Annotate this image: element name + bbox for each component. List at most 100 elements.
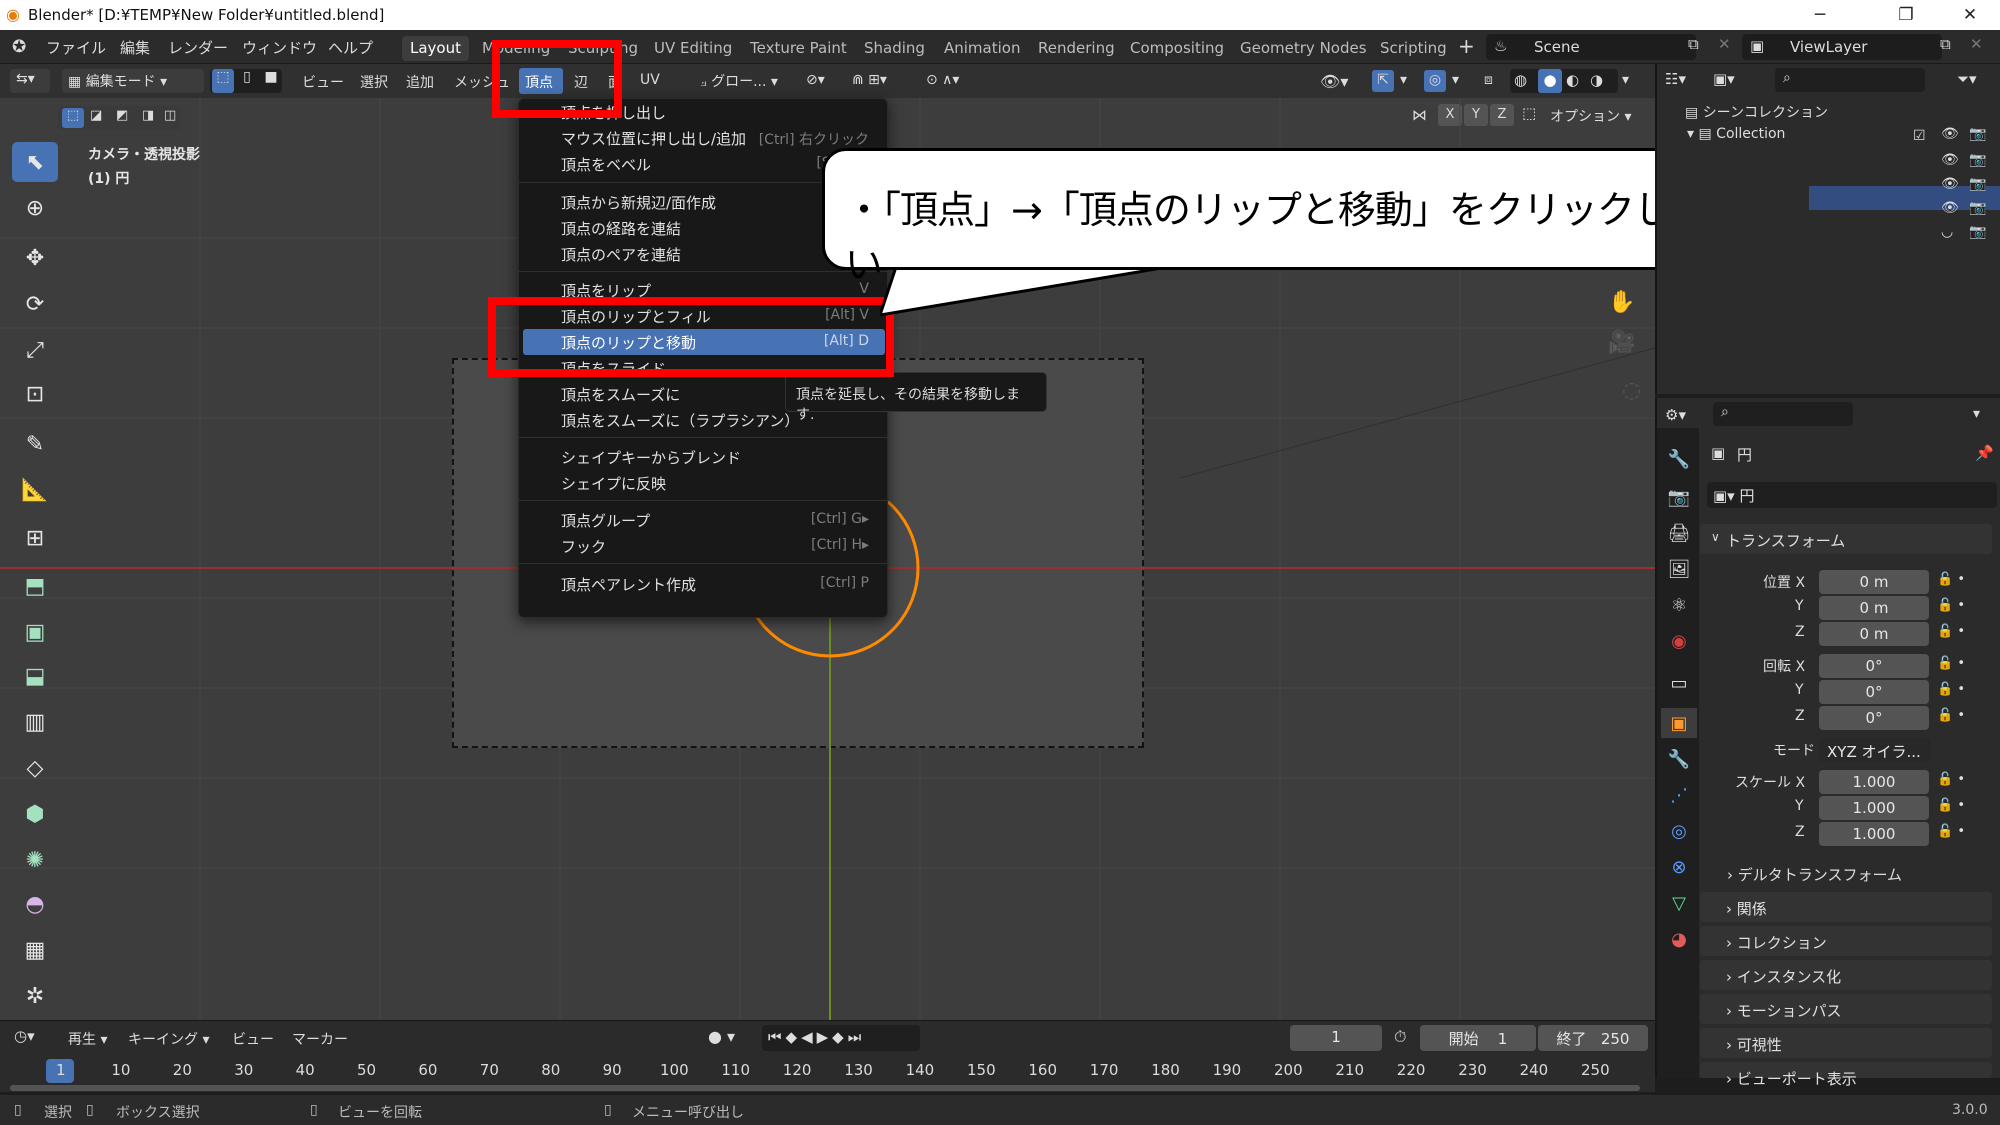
maximize-icon[interactable]: ❐ — [1876, 0, 1936, 30]
eye-icon[interactable]: 👁 — [1941, 152, 1959, 168]
jump-start-icon[interactable]: ⏮ — [768, 1028, 786, 1046]
object-tab-icon[interactable]: ▣ — [1661, 708, 1697, 738]
scale-z-field[interactable]: 1.000 — [1819, 822, 1929, 846]
view-layer-tab-icon[interactable]: 🖼 — [1661, 554, 1697, 584]
knife-tool-icon[interactable]: ◇ — [12, 748, 58, 788]
tab-geometry-nodes[interactable]: Geometry Nodes — [1232, 36, 1375, 61]
rendered-shading-icon[interactable]: ◑ — [1590, 71, 1603, 89]
menu-item-blend-from-shape[interactable]: シェイプキーからブレンド — [519, 444, 889, 470]
wireframe-shading-icon[interactable]: ◍ — [1514, 71, 1527, 89]
checkbox-icon[interactable]: ☑ — [1913, 128, 1926, 144]
mode-dropdown[interactable]: ▦ 編集モード ▾ — [62, 69, 204, 93]
menu-select[interactable]: 選択 — [360, 72, 388, 92]
annotate-tool-icon[interactable]: ✎ — [12, 424, 58, 464]
lock-icon[interactable]: 🔓 • — [1937, 772, 1965, 787]
remove-scene-icon[interactable]: ✕ — [1718, 35, 1731, 53]
menu-item-propagate-to-shapes[interactable]: シェイプに反映 — [519, 470, 889, 496]
snap-icon[interactable]: ⋒ ⊞▾ — [852, 72, 887, 88]
gizmo-icon[interactable]: ⇱ — [1372, 70, 1394, 92]
transform-tool-icon[interactable]: ⊡ — [12, 374, 58, 414]
cursor-tool-icon[interactable]: ⊕ — [12, 188, 58, 228]
close-icon[interactable]: ✕ — [1940, 0, 2000, 30]
overlays-dropdown-icon[interactable]: ▾ — [1452, 72, 1459, 88]
section-visibility[interactable]: › 可視性 — [1700, 1028, 1992, 1058]
outliner-editor-icon[interactable]: ☷▾ — [1665, 70, 1686, 88]
new-scene-icon[interactable]: ⧉ — [1688, 35, 1699, 53]
scene-tab-icon[interactable]: ⚛ — [1661, 590, 1697, 620]
lock-icon[interactable]: 🔓 • — [1937, 708, 1965, 723]
add-cube-tool-icon[interactable]: ⊞ — [12, 518, 58, 558]
visibility-icon[interactable]: 👁▾ — [1320, 72, 1348, 91]
tab-animation[interactable]: Animation — [936, 36, 1028, 61]
pin-icon[interactable]: 📌 — [1975, 444, 1994, 462]
rotation-x-field[interactable]: 0° — [1819, 654, 1929, 678]
spin-tool-icon[interactable]: ✺ — [12, 840, 58, 880]
tab-compositing[interactable]: Compositing — [1122, 36, 1232, 61]
rotation-mode-dropdown[interactable]: XYZ オイラ... — [1819, 738, 1931, 762]
menu-item-extrude-to-cursor[interactable]: マウス位置に押し出し/追加 [Ctrl] 右クリック — [519, 125, 889, 151]
menu-uv[interactable]: UV — [640, 72, 660, 88]
lock-icon[interactable]: 🔓 • — [1937, 598, 1965, 613]
scale-y-field[interactable]: 1.000 — [1819, 796, 1929, 820]
smooth-tool-icon[interactable]: ◓ — [12, 884, 58, 924]
section-motion-paths[interactable]: › モーションパス — [1700, 994, 1992, 1024]
viewlayer-selector[interactable]: ▣ ViewLayer — [1742, 34, 1942, 60]
bevel-tool-icon[interactable]: ⬓ — [12, 656, 58, 696]
location-y-field[interactable]: 0 m — [1819, 596, 1929, 620]
measure-tool-icon[interactable]: 📐 — [12, 470, 58, 510]
scene-collection-row[interactable]: ▤ シーンコレクション — [1685, 102, 1828, 122]
lock-icon[interactable]: 🔓 • — [1937, 572, 1965, 587]
overlays-icon[interactable]: ◎ — [1424, 70, 1446, 92]
menu-add[interactable]: 追加 — [406, 72, 434, 92]
rotation-z-field[interactable]: 0° — [1819, 706, 1929, 730]
inset-tool-icon[interactable]: ▣ — [12, 612, 58, 652]
object-datablock-field[interactable]: ▣▾ 円 — [1707, 482, 1997, 508]
scene-selector[interactable]: ♨ Scene — [1486, 34, 1696, 60]
properties-dropdown-icon[interactable]: ▾ — [1973, 406, 1980, 422]
rotate-tool-icon[interactable]: ⟳ — [12, 284, 58, 324]
camera-view-icon[interactable]: 🎥 — [1608, 330, 1635, 355]
jump-end-icon[interactable]: ⏭ — [848, 1028, 866, 1046]
face-select-icon[interactable]: ■ — [260, 69, 282, 85]
location-z-field[interactable]: 0 m — [1819, 622, 1929, 646]
tab-rendering[interactable]: Rendering — [1030, 36, 1123, 61]
shading-dropdown-icon[interactable]: ▾ — [1622, 72, 1629, 88]
world-tab-icon[interactable]: ◉ — [1661, 626, 1697, 656]
solid-shading-icon[interactable]: ● — [1538, 69, 1562, 93]
loop-cut-tool-icon[interactable]: ▥ — [12, 702, 58, 742]
gizmo-dropdown-icon[interactable]: ▾ — [1400, 72, 1407, 88]
camera-icon[interactable]: 📷 — [1969, 200, 1986, 216]
current-frame-field[interactable]: 1 — [1290, 1025, 1382, 1051]
minimize-icon[interactable]: ─ — [1790, 0, 1850, 30]
lock-icon[interactable]: 🔓 • — [1937, 824, 1965, 839]
outliner-search-input[interactable]: ⌕ — [1775, 68, 1925, 92]
editor-type-icon[interactable]: ⇆▾ — [10, 69, 50, 93]
menu-item-hooks[interactable]: フック [Ctrl] H▸ — [519, 533, 889, 559]
menu-timeline-view[interactable]: ビュー — [232, 1029, 274, 1049]
eye-icon[interactable]: 👁 — [1941, 176, 1959, 192]
collection-tab-icon[interactable]: ▭ — [1661, 668, 1697, 698]
clock-icon[interactable]: ⏱ — [1394, 1027, 1406, 1047]
record-icon[interactable]: ● ▾ — [708, 1027, 735, 1046]
menu-item-make-vertex-parent[interactable]: 頂点ペアレント作成 [Ctrl] P — [519, 571, 889, 597]
tab-texture-paint[interactable]: Texture Paint — [742, 36, 855, 61]
vertex-select-icon[interactable]: ⬚ — [212, 69, 234, 93]
edge-select-icon[interactable]: ▯ — [236, 69, 258, 85]
menu-window[interactable]: ウィンドウ — [242, 37, 317, 58]
section-instancing[interactable]: › インスタンス化 — [1700, 960, 1992, 990]
modifier-tab-icon[interactable]: 🔧 — [1661, 744, 1697, 774]
eye-icon[interactable]: 👁 — [1941, 126, 1959, 142]
play-reverse-icon[interactable]: ◀ — [801, 1028, 817, 1046]
lock-icon[interactable]: 🔓 • — [1937, 624, 1965, 639]
filter-icon[interactable]: ⏷▾ — [1957, 70, 1977, 88]
material-shading-icon[interactable]: ◐ — [1566, 71, 1579, 89]
camera-icon[interactable]: 📷 — [1969, 152, 1986, 168]
section-collections[interactable]: › コレクション — [1700, 926, 1992, 956]
menu-help[interactable]: ヘルプ — [328, 37, 373, 58]
data-tab-icon[interactable]: ▽ — [1661, 888, 1697, 918]
menu-render[interactable]: レンダー — [168, 37, 228, 58]
section-viewport-display[interactable]: › ビューポート表示 — [1700, 1062, 1992, 1088]
menu-file[interactable]: ファイル — [46, 37, 106, 58]
delta-transform-subpanel[interactable]: › デルタトランスフォーム — [1727, 864, 1902, 885]
constraints-tab-icon[interactable]: ⊗ — [1661, 852, 1697, 882]
